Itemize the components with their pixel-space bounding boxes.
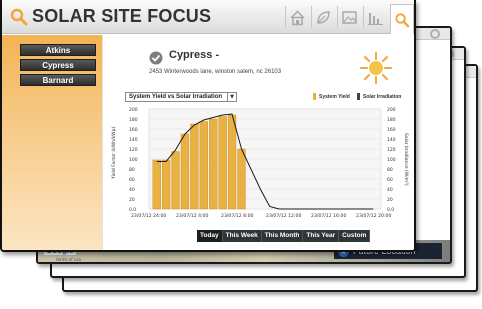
range-today-button[interactable]: Today [197, 230, 223, 242]
y-tick-label-left: 140 [129, 137, 138, 143]
y-axis-label-right: Solar Irradiance (W/m²) [403, 133, 409, 186]
map-terms: terms of use [56, 257, 82, 262]
site-sidebar: Atkins Cypress Barnard [2, 35, 102, 250]
y-tick-label-left: 100 [129, 157, 138, 163]
y-tick-label-left: 60 [129, 177, 135, 183]
yield-bar [199, 121, 208, 210]
image-icon [342, 10, 357, 24]
yield-bar [218, 116, 227, 210]
y-tick-label-left: 80 [129, 167, 135, 173]
y-tick-label-right: 60 [387, 177, 393, 183]
y-tick-label-left: 180 [129, 117, 138, 123]
yield-bar [171, 151, 180, 210]
reports-button[interactable] [363, 6, 387, 28]
site-button-atkins[interactable]: Atkins [20, 44, 96, 56]
yield-bar [152, 159, 161, 210]
range-month-button[interactable]: This Month [261, 230, 304, 242]
y-tick-label-left: 0.0 [129, 207, 136, 213]
y-tick-label-right: 80 [387, 167, 393, 173]
x-tick-label: 23/07/12 24:00 [131, 213, 166, 219]
yield-bar [209, 118, 218, 210]
site-detail-panel: Cypress - 2453 Winterwoods lane, winston… [102, 35, 414, 250]
check-icon [149, 51, 163, 65]
home-button[interactable] [285, 6, 309, 28]
y-tick-label-right: 140 [387, 137, 396, 143]
bar-chart-icon [368, 12, 383, 25]
y-axis-label-left: Yield Factor (kWh/kWp) [111, 127, 117, 180]
y-tick-label-right: 160 [387, 127, 396, 133]
yield-bar [237, 148, 246, 210]
y-tick-label-right: 180 [387, 117, 396, 123]
chart-type-value: System Yield vs Solar Irradiation [129, 94, 223, 100]
yield-bar [227, 114, 237, 210]
legend-irradiation: Solar Irradiation [357, 93, 401, 100]
sun-icon [360, 52, 392, 84]
legend-label-irradiation: Solar Irradiation [363, 93, 402, 100]
range-custom-button[interactable]: Custom [339, 230, 371, 242]
chart-type-select[interactable]: System Yield vs Solar Irradiation ▼ [125, 92, 237, 102]
gallery-button[interactable] [337, 6, 361, 28]
search-icon [395, 12, 410, 27]
search-icon [430, 29, 440, 39]
site-button-cypress[interactable]: Cypress [20, 59, 96, 71]
y-tick-label-right: 40 [387, 187, 393, 193]
range-week-button[interactable]: This Week [222, 230, 262, 242]
y-tick-label-right: 120 [387, 147, 396, 153]
x-tick-label: 23/07/12 16:00 [311, 213, 346, 219]
y-tick-label-right: 100 [387, 157, 396, 163]
site-address: 2453 Winterwoods lane, winston salem, nc… [149, 69, 282, 75]
y-tick-label-left: 120 [129, 147, 138, 153]
y-tick-label-right: 20 [387, 197, 393, 203]
app-title: SOLAR SITE FOCUS [32, 6, 212, 26]
legend-yield: System Yield [313, 93, 350, 100]
x-tick-label: 23/07/12 12:00 [266, 213, 301, 219]
legend-swatch-yield [313, 93, 316, 100]
y-tick-label-left: 160 [129, 127, 138, 133]
x-tick-label: 23/07/12 20:00 [356, 213, 391, 219]
home-icon [290, 9, 305, 25]
y-tick-label-right: 200 [387, 107, 396, 113]
legend-label-yield: System Yield [319, 93, 350, 100]
main-window: SOLAR SITE FOCUS Atkins Cypress Barnard … [0, 0, 416, 252]
yield-bar [161, 159, 171, 210]
y-tick-label-left: 200 [129, 107, 138, 113]
site-name: Cypress - [169, 49, 220, 61]
chevron-down-icon: ▼ [227, 93, 236, 101]
yield-bar [190, 123, 199, 210]
x-tick-label: 23/07/12 4:00 [176, 213, 208, 219]
legend-swatch-irradiation [357, 93, 360, 100]
yield-bar [180, 133, 190, 210]
y-tick-label-right: 0.0 [387, 207, 394, 213]
search-tab[interactable] [390, 4, 414, 34]
eco-button[interactable] [311, 6, 335, 28]
x-tick-label: 23/07/12 8:00 [221, 213, 253, 219]
leaf-icon [317, 10, 330, 24]
y-tick-label-left: 20 [129, 197, 135, 203]
search-icon [10, 8, 28, 26]
app-header: SOLAR SITE FOCUS [2, 0, 414, 34]
yield-irradiation-chart: 200 200 180 180 160 160 140 140 120 120 100 100 80 80… [111, 107, 409, 219]
y-tick-label-left: 40 [129, 187, 135, 193]
range-year-button[interactable]: This Year [303, 230, 340, 242]
site-button-barnard[interactable]: Barnard [20, 74, 96, 86]
time-range-selector: Today This Week This Month This Year Cus… [197, 230, 371, 242]
